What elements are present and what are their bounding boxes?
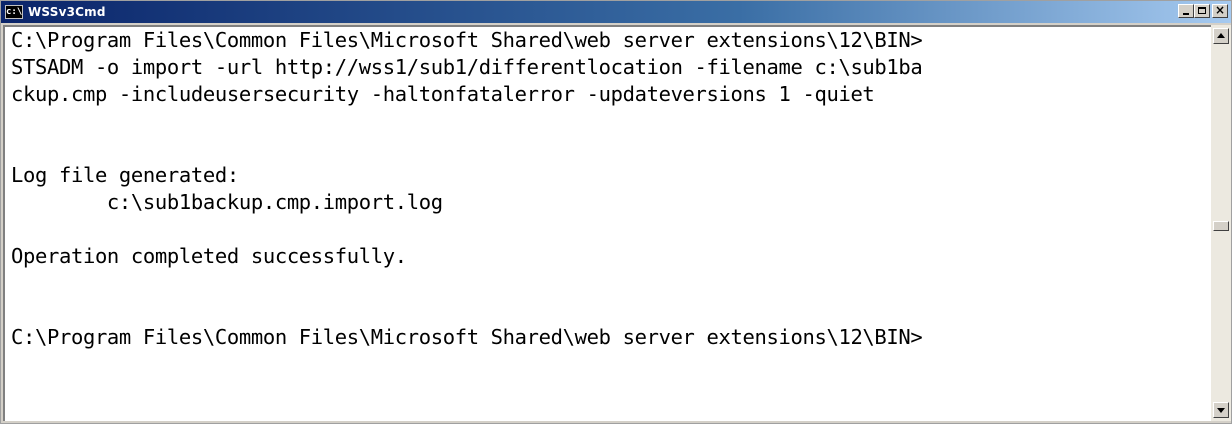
console-window: c:\ WSSv3Cmd × C:\Program Files\Common F… [0, 0, 1232, 424]
window-controls: × [1178, 3, 1228, 18]
maximize-icon [1198, 7, 1206, 14]
console-line: C:\Program Files\Common Files\Microsoft … [11, 28, 923, 52]
console-output[interactable]: C:\Program Files\Common Files\Microsoft … [3, 25, 1211, 421]
arrow-up-icon [1217, 33, 1225, 38]
minimize-button[interactable] [1178, 4, 1194, 18]
console-line: Log file generated: [11, 163, 239, 187]
scroll-up-button[interactable] [1213, 28, 1229, 44]
close-button[interactable]: × [1212, 3, 1228, 18]
console-prompt: C:\Program Files\Common Files\Microsoft … [11, 325, 923, 349]
scroll-down-button[interactable] [1213, 402, 1229, 418]
console-line: ckup.cmp -includeusersecurity -haltonfat… [11, 82, 875, 106]
title-bar[interactable]: c:\ WSSv3Cmd × [1, 1, 1231, 23]
console-line: STSADM -o import -url http://wss1/sub1/d… [11, 55, 923, 79]
scrollbar-thumb[interactable] [1213, 221, 1229, 231]
minimize-icon [1183, 13, 1189, 15]
arrow-down-icon [1217, 408, 1225, 413]
close-icon: × [1214, 3, 1226, 17]
console-line: c:\sub1backup.cmp.import.log [11, 190, 443, 214]
console-line: Operation completed successfully. [11, 244, 407, 268]
vertical-scrollbar[interactable] [1211, 25, 1231, 421]
maximize-button[interactable] [1194, 4, 1210, 18]
window-title: WSSv3Cmd [28, 5, 106, 19]
console-icon[interactable]: c:\ [5, 5, 23, 19]
